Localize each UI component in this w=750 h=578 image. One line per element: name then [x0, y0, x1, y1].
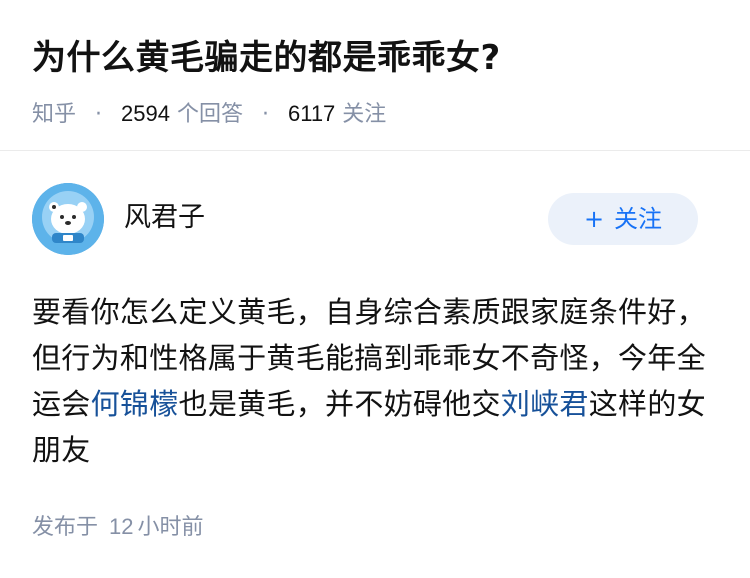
question-title[interactable]: 为什么黄毛骗走的都是乖乖女?: [32, 36, 718, 80]
publish-number: 12: [109, 514, 134, 539]
separator-dot: ·: [261, 102, 269, 127]
follower-count-label: 关注: [342, 102, 387, 127]
publish-time: 发布于 12 小时前: [32, 513, 204, 542]
question-meta: 知乎 · 2594 个回答 · 6117 关注: [32, 100, 718, 129]
follow-button[interactable]: + 关注: [548, 193, 698, 245]
plus-icon: +: [583, 205, 605, 233]
follow-button-label: 关注: [614, 205, 663, 233]
answer-content: 要看你怎么定义黄毛，自身综合素质跟家庭条件好，但行为和性格属于黄毛能搞到乖乖女不…: [32, 289, 712, 473]
answer-count-label: 个回答: [176, 102, 243, 127]
person-link[interactable]: 刘峡君: [501, 387, 589, 421]
follower-count: 6117: [287, 101, 336, 126]
publish-prefix: 发布于: [32, 515, 99, 540]
answer-text: 也是黄毛，并不妨碍他交: [178, 387, 501, 421]
answer-count: 2594: [121, 101, 170, 126]
question-header: 为什么黄毛骗走的都是乖乖女? 知乎 · 2594 个回答 · 6117 关注: [0, 0, 750, 150]
publish-suffix: 小时前: [137, 515, 204, 540]
astronaut-bear-avatar-icon[interactable]: [32, 183, 104, 255]
person-link[interactable]: 何锦檬: [91, 387, 179, 421]
separator-dot: ·: [95, 102, 103, 127]
author-name[interactable]: 风君子: [124, 201, 205, 235]
answer-card: 风君子 + 关注 要看你怎么定义黄毛，自身综合素质跟家庭条件好，但行为和性格属于黄…: [0, 151, 750, 578]
source-label[interactable]: 知乎: [32, 102, 76, 127]
author-row: 风君子 + 关注: [32, 151, 718, 269]
